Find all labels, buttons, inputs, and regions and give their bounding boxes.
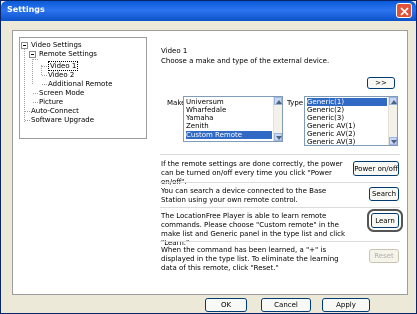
apply-button[interactable]: Apply (322, 298, 370, 312)
collapse-remote-settings-icon[interactable] (29, 51, 36, 58)
tree-item-screen-mode[interactable]: Screen Mode (39, 89, 84, 98)
make-listbox[interactable]: Universum Wharfedale Yamaha Zenith Custo… (183, 96, 283, 142)
learn-description: The LocationFree Player is able to learn… (161, 212, 346, 247)
type-option[interactable]: Generic AV(2) (307, 130, 355, 138)
tree-item-video-settings[interactable]: Video Settings (31, 41, 82, 50)
search-description: You can search a device connected to the… (161, 187, 327, 204)
settings-tree: Video Settings Remote Settings Video 1 V… (19, 37, 147, 139)
make-option[interactable]: Universum (186, 98, 224, 106)
make-option[interactable]: Zenith (186, 122, 209, 130)
close-button[interactable] (396, 3, 412, 18)
settings-window: Settings Video Settings Remote Settings … (0, 0, 417, 314)
learn-button[interactable]: Learn (367, 209, 403, 232)
scroll-down-icon[interactable] (389, 137, 397, 145)
tree-item-picture[interactable]: Picture (39, 98, 63, 107)
instruction-text: Choose a make and type of the external d… (161, 57, 330, 65)
make-scrollbar[interactable] (273, 97, 282, 141)
type-option-selected[interactable]: Generic(1) (307, 98, 387, 106)
tree-item-video-2[interactable]: Video 2 (48, 71, 74, 80)
type-option[interactable]: Generic(3) (307, 114, 344, 122)
divider (160, 182, 400, 183)
tree-item-additional-remote[interactable]: Additional Remote (48, 80, 112, 89)
section-heading: Video 1 (161, 47, 188, 55)
make-option-selected[interactable]: Custom Remote (186, 131, 272, 139)
make-option[interactable]: Wharfedale (186, 106, 226, 114)
type-option[interactable]: Generic(2) (307, 106, 344, 114)
make-option[interactable]: Yamaha (186, 114, 213, 122)
type-option[interactable]: Generic AV(3) (307, 138, 355, 145)
cancel-button[interactable]: Cancel (261, 298, 311, 312)
power-on-off-button[interactable]: Power on/off (353, 161, 399, 176)
title-bar: Settings (1, 1, 416, 21)
next-page-button[interactable]: >> (367, 77, 395, 89)
window-title: Settings (7, 5, 45, 14)
ok-button[interactable]: OK (205, 298, 247, 312)
type-option[interactable]: Generic AV(1) (307, 122, 355, 130)
divider (160, 241, 400, 242)
type-scrollbar[interactable] (388, 97, 397, 145)
scroll-up-icon[interactable] (389, 97, 397, 105)
type-listbox[interactable]: Generic(1) Generic(2) Generic(3) Generic… (304, 96, 398, 146)
collapse-video-settings-icon[interactable] (21, 42, 28, 49)
tree-item-remote-settings[interactable]: Remote Settings (39, 50, 97, 59)
scroll-down-icon[interactable] (274, 133, 282, 141)
reset-button[interactable]: Reset (369, 249, 399, 263)
tree-item-video-1[interactable]: Video 1 (48, 61, 79, 71)
type-label: Type (287, 99, 304, 107)
divider (160, 207, 400, 208)
divider (160, 154, 400, 155)
search-button[interactable]: Search (369, 187, 399, 201)
tree-item-auto-connect[interactable]: Auto-Connect (31, 107, 79, 116)
reset-description: When the command has been learned, a "+"… (161, 246, 339, 272)
tree-item-software-upgrade[interactable]: Software Upgrade (31, 116, 94, 125)
scroll-up-icon[interactable] (274, 97, 282, 105)
close-icon (400, 7, 409, 16)
